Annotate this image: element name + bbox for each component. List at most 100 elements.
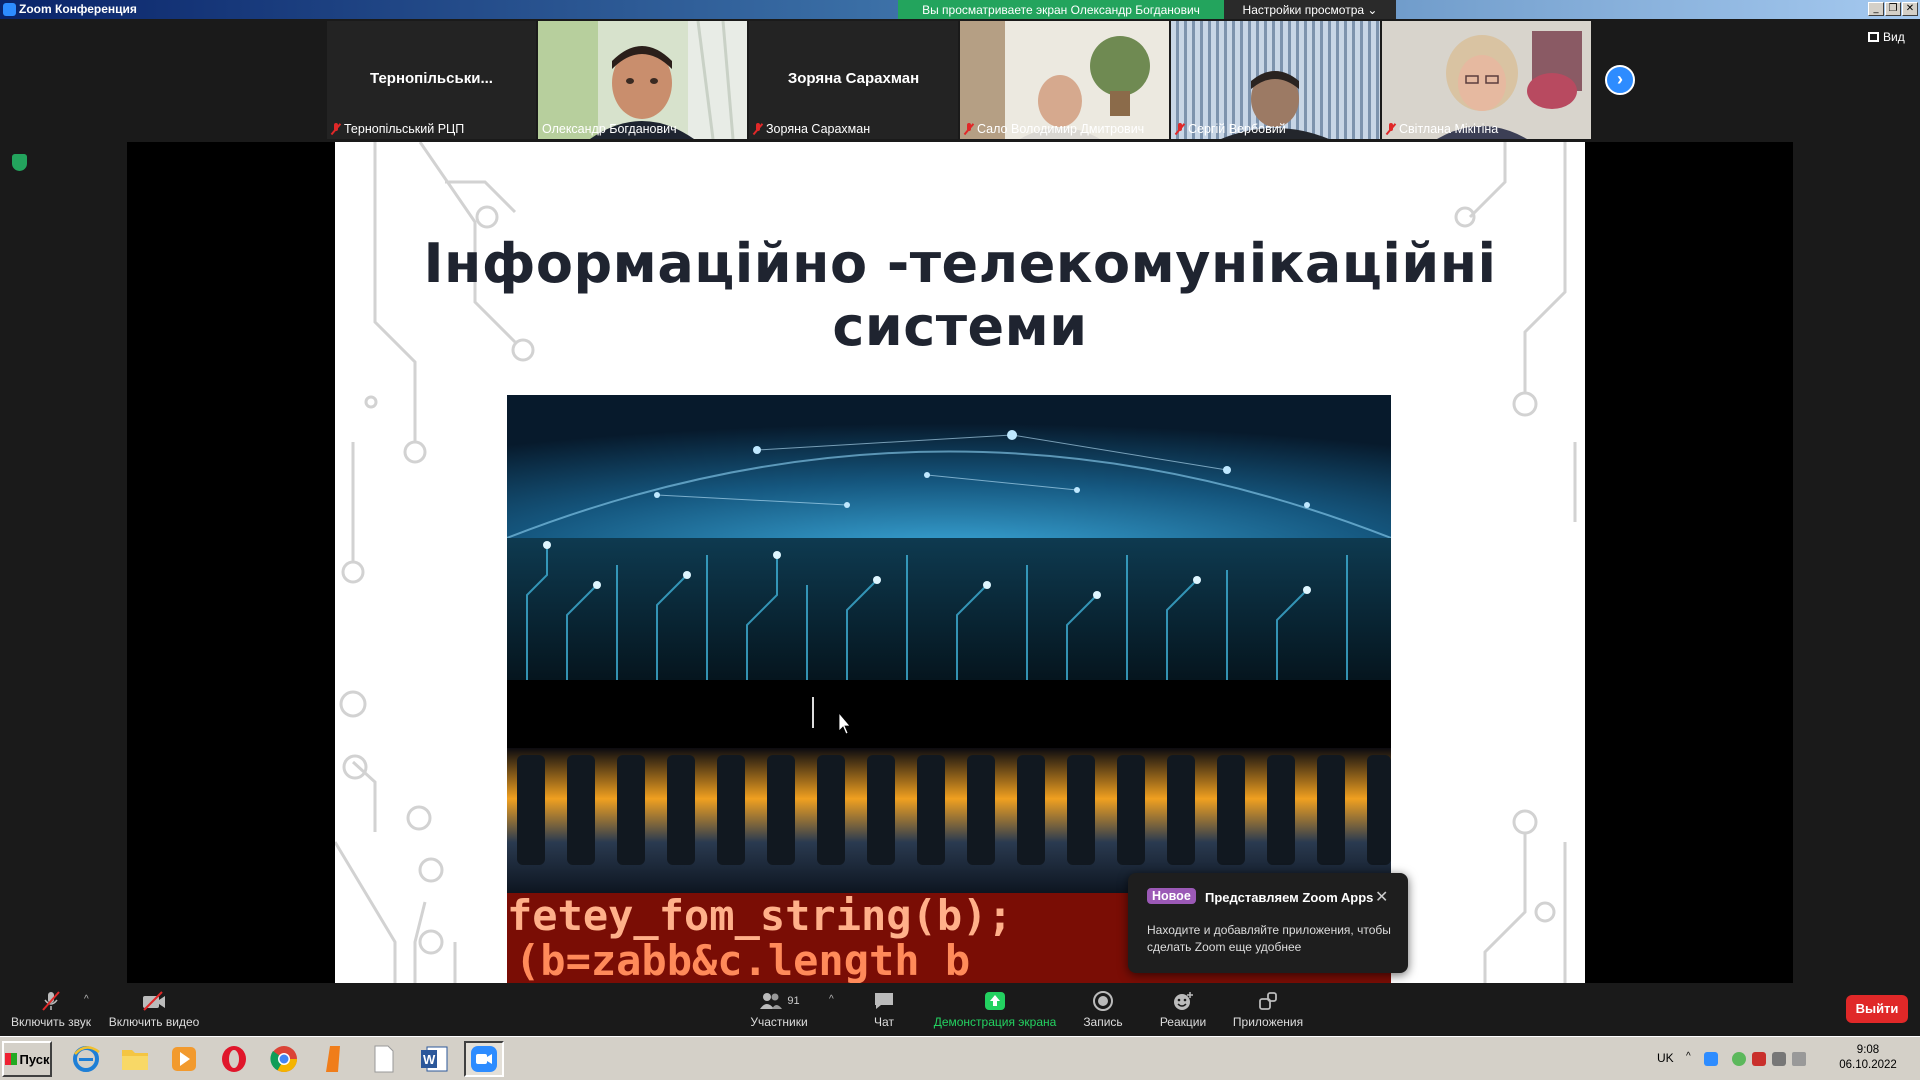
participant-label: Олександр Богданович (542, 121, 677, 137)
zoom-window: Zoom Конференция _ ❐ ✕ Вы просматриваете… (0, 0, 1920, 1080)
participant-tile[interactable]: Світлана Мікітіна (1382, 21, 1591, 139)
apps-button[interactable]: Приложения (1228, 983, 1308, 1036)
clock-time: 9:08 (1856, 1044, 1880, 1056)
participants-options-caret-icon[interactable]: ^ (829, 994, 834, 1005)
participant-name: Зоряна Сарахман (766, 122, 871, 136)
file-explorer-icon[interactable] (115, 1041, 155, 1077)
participants-icon: 91 (758, 990, 800, 1012)
share-screen-label: Демонстрация экрана (933, 1015, 1057, 1029)
next-page-arrow-icon[interactable]: › (1605, 65, 1635, 95)
popup-body: Находите и добавляйте приложения, чтобы … (1147, 923, 1391, 954)
mic-muted-icon (753, 123, 763, 135)
zoom-apps-popup: Новое Представляем Zoom Apps ✕ Находите … (1128, 873, 1408, 973)
taskbar-clock[interactable]: 9:08 06.10.2022 (1828, 1043, 1908, 1073)
popup-close-icon[interactable]: ✕ (1375, 887, 1388, 907)
record-button[interactable]: Запись (1078, 983, 1128, 1036)
unmute-button[interactable]: Включить звук (8, 983, 94, 1036)
apps-label: Приложения (1232, 1015, 1304, 1029)
chat-label: Чат (874, 1015, 894, 1029)
participant-name: Сало Володимир Дмитрович (977, 122, 1145, 136)
start-button[interactable]: Пуск (2, 1041, 52, 1077)
view-options-dropdown[interactable]: Настройки просмотра ⌄ (1224, 0, 1396, 21)
share-screen-icon (984, 990, 1006, 1012)
participants-label: Участники (750, 1015, 808, 1029)
zoom-app-icon (3, 3, 16, 16)
participant-tile[interactable]: Тернопільськи... Тернопільський РЦП (327, 21, 536, 139)
participant-label: Тернопільський РЦП (331, 121, 464, 137)
close-button[interactable]: ✕ (1902, 2, 1918, 16)
apps-icon (1257, 990, 1279, 1012)
participant-label: Світлана Мікітіна (1386, 121, 1498, 137)
chrome-icon[interactable] (264, 1041, 304, 1077)
video-off-icon (141, 990, 167, 1012)
participants-button[interactable]: 91 Участники (744, 983, 814, 1036)
participant-tile[interactable]: Зоряна Сарахман Зоряна Сарахман (749, 21, 958, 139)
system-tray: UK ^ 9:08 06.10.2022 (1648, 1041, 1918, 1077)
screen-share-banner: Вы просматриваете экран Олександр Богдан… (898, 0, 1224, 21)
chat-icon (873, 990, 895, 1012)
start-video-label: Включить видео (108, 1015, 200, 1029)
audio-options-caret-icon[interactable]: ^ (84, 994, 89, 1005)
participant-name: Олександр Богданович (542, 122, 677, 136)
language-indicator[interactable]: UK (1657, 1051, 1674, 1065)
presentation-slide: Інформаційно -телекомунікаційні системи (335, 142, 1585, 983)
start-video-button[interactable]: Включить видео (108, 983, 200, 1036)
popup-heading: Представляем Zoom Apps (1205, 890, 1374, 905)
window-title: Zoom Конференция (19, 2, 137, 16)
record-label: Запись (1083, 1015, 1123, 1029)
participant-center-name: Зоряна Сарахман (787, 70, 920, 87)
zoom-tray-icon[interactable] (1704, 1052, 1718, 1066)
mic-muted-icon (331, 123, 341, 135)
slide-title: Інформаційно -телекомунікаційні системи (423, 232, 1497, 358)
reactions-button[interactable]: Реакции (1153, 983, 1213, 1036)
reactions-icon (1171, 990, 1195, 1012)
clock-date: 06.10.2022 (1839, 1059, 1897, 1071)
internet-explorer-icon[interactable] (66, 1041, 106, 1077)
media-player-icon[interactable] (164, 1041, 204, 1077)
participant-label: Зоряна Сарахман (753, 121, 870, 137)
mic-muted-icon (40, 990, 62, 1012)
word-icon[interactable]: W (414, 1041, 454, 1077)
leave-meeting-button[interactable]: Выйти (1846, 995, 1908, 1023)
participant-tile[interactable]: Сергій Вербовий (1171, 21, 1380, 139)
mic-muted-icon (1175, 123, 1185, 135)
chat-button[interactable]: Чат (864, 983, 904, 1036)
participant-name: Тернопільський РЦП (344, 122, 465, 136)
participant-label: Сало Володимир Дмитрович (964, 121, 1144, 137)
zoom-taskbar-icon[interactable] (464, 1041, 504, 1077)
grid-view-icon (1868, 32, 1879, 42)
mic-muted-icon (964, 123, 974, 135)
share-screen-button[interactable]: Демонстрация экрана (930, 983, 1060, 1036)
volume-icon[interactable] (1792, 1052, 1806, 1066)
mic-muted-icon (1386, 123, 1396, 135)
windows-taskbar: Пуск W UK ^ 9:08 06.10.2022 (0, 1036, 1920, 1080)
record-icon (1092, 990, 1114, 1012)
network-tray-icon[interactable] (1772, 1052, 1786, 1066)
security-tray-icon[interactable] (1752, 1052, 1766, 1066)
code-line-1: fetey_fom_string(b); (507, 891, 1013, 940)
new-badge: Новое (1147, 888, 1196, 904)
security-shield-icon[interactable] (12, 154, 27, 171)
participant-label: Сергій Вербовий (1175, 121, 1286, 137)
svg-text:W: W (423, 1052, 436, 1067)
participant-name: Сергій Вербовий (1188, 122, 1286, 136)
opera-icon[interactable] (214, 1041, 254, 1077)
restore-button[interactable]: ❐ (1885, 2, 1901, 16)
app-icon-orange[interactable] (314, 1041, 354, 1077)
meeting-toolbar: Включить звук ^ Включить видео 91 Участн… (0, 983, 1920, 1036)
shared-screen[interactable]: Інформаційно -телекомунікаційні системи (127, 142, 1793, 983)
view-button[interactable]: Вид (1868, 30, 1905, 44)
windows-logo-icon (4, 1053, 17, 1065)
update-tray-icon[interactable] (1732, 1052, 1746, 1066)
participant-tile[interactable]: Сало Володимир Дмитрович (960, 21, 1169, 139)
participant-name: Світлана Мікітіна (1399, 122, 1499, 136)
participant-center-name: Тернопільськи... (370, 70, 493, 87)
reactions-label: Реакции (1159, 1015, 1207, 1029)
start-label: Пуск (19, 1051, 50, 1067)
document-icon[interactable] (364, 1041, 404, 1077)
view-label: Вид (1883, 30, 1905, 44)
unmute-label: Включить звук (10, 1015, 92, 1029)
minimize-button[interactable]: _ (1868, 2, 1884, 16)
show-hidden-icons-icon[interactable]: ^ (1686, 1051, 1700, 1065)
participant-tile-active-speaker[interactable]: Олександр Богданович (538, 21, 747, 139)
